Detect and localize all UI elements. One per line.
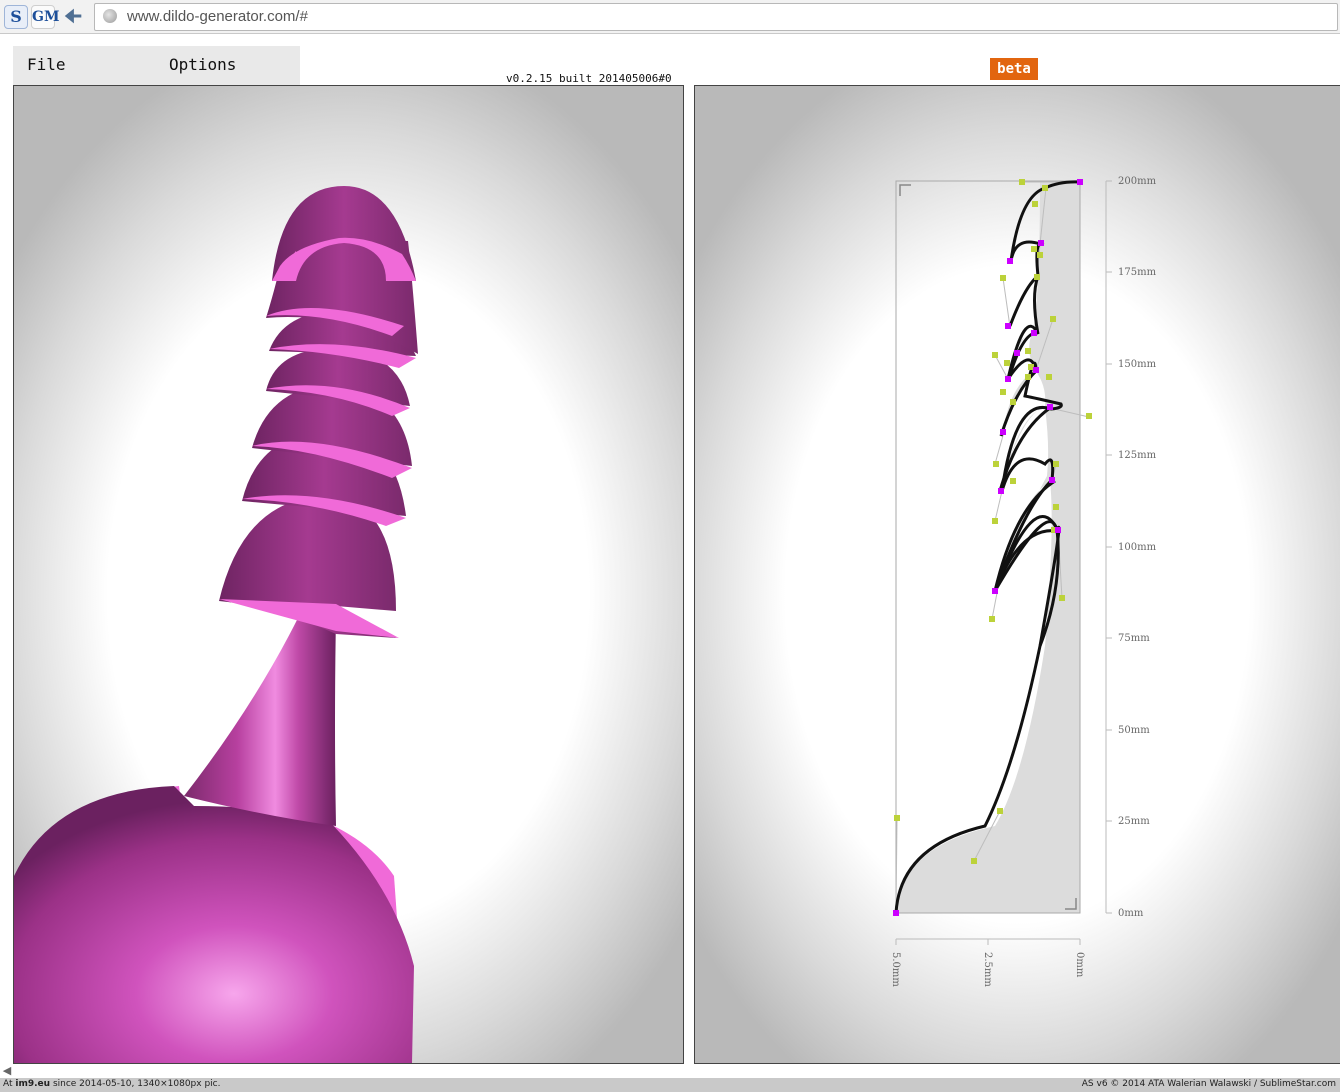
footer-right-text: AS v6 © 2014 ATA Walerian Walawski / Sub…: [1081, 1079, 1336, 1089]
y-tick-label: 100mm: [1118, 542, 1157, 553]
beta-badge: beta: [990, 58, 1038, 80]
arrow-left-icon: 🠈: [63, 4, 83, 28]
version-label: v0.2.15 built 201405006#0: [506, 72, 672, 85]
menu-options[interactable]: Options: [169, 55, 236, 74]
app-menu-bar: File Options: [13, 46, 300, 85]
url-text[interactable]: www.dildo-generator.com/#: [127, 8, 308, 25]
back-button[interactable]: 🠈: [60, 4, 86, 28]
y-tick-label: 0mm: [1118, 908, 1144, 919]
menu-file[interactable]: File: [27, 55, 66, 74]
browser-toolbar: S GM 🠈 www.dildo-generator.com/#: [0, 0, 1340, 34]
y-tick-label: 50mm: [1118, 725, 1150, 736]
y-tick-label: 150mm: [1118, 359, 1157, 370]
profile-curve-canvas[interactable]: 200mm 175mm 150mm 125mm 100mm 75mm 50mm …: [695, 86, 1340, 1063]
extension-s-icon[interactable]: S: [4, 5, 28, 29]
profile-area: [896, 182, 1080, 913]
footer-info: since 2014-05-10, 1340×1080px pic.: [52, 1079, 221, 1089]
footer-site: im9.eu: [15, 1079, 51, 1089]
3d-preview-viewport[interactable]: [13, 85, 684, 1064]
globe-icon: [103, 9, 117, 23]
y-axis-ticks: [1106, 180, 1112, 914]
x-tick-label: 2.5mm: [982, 952, 993, 987]
footer-prefix: At: [3, 1079, 13, 1089]
3d-model-render[interactable]: [14, 86, 683, 1063]
x-tick-label: 0mm: [1074, 952, 1085, 978]
profile-editor-viewport[interactable]: 200mm 175mm 150mm 125mm 100mm 75mm 50mm …: [694, 85, 1340, 1064]
y-tick-label: 200mm: [1118, 176, 1157, 187]
y-tick-label: 175mm: [1118, 267, 1157, 278]
address-bar[interactable]: www.dildo-generator.com/#: [94, 3, 1338, 31]
scroll-left-arrow-icon[interactable]: ◀: [0, 1064, 14, 1078]
x-axis-ticks: [895, 939, 1081, 945]
footer-watermark: At im9.eu since 2014-05-10, 1340×1080px …: [0, 1078, 1340, 1092]
y-tick-label: 75mm: [1118, 633, 1150, 644]
x-tick-label: 5.0mm: [890, 952, 901, 987]
y-tick-label: 25mm: [1118, 816, 1150, 827]
y-tick-label: 125mm: [1118, 450, 1157, 461]
footer-left-text: At im9.eu since 2014-05-10, 1340×1080px …: [3, 1079, 220, 1089]
extension-gm-icon[interactable]: GM: [31, 5, 59, 29]
